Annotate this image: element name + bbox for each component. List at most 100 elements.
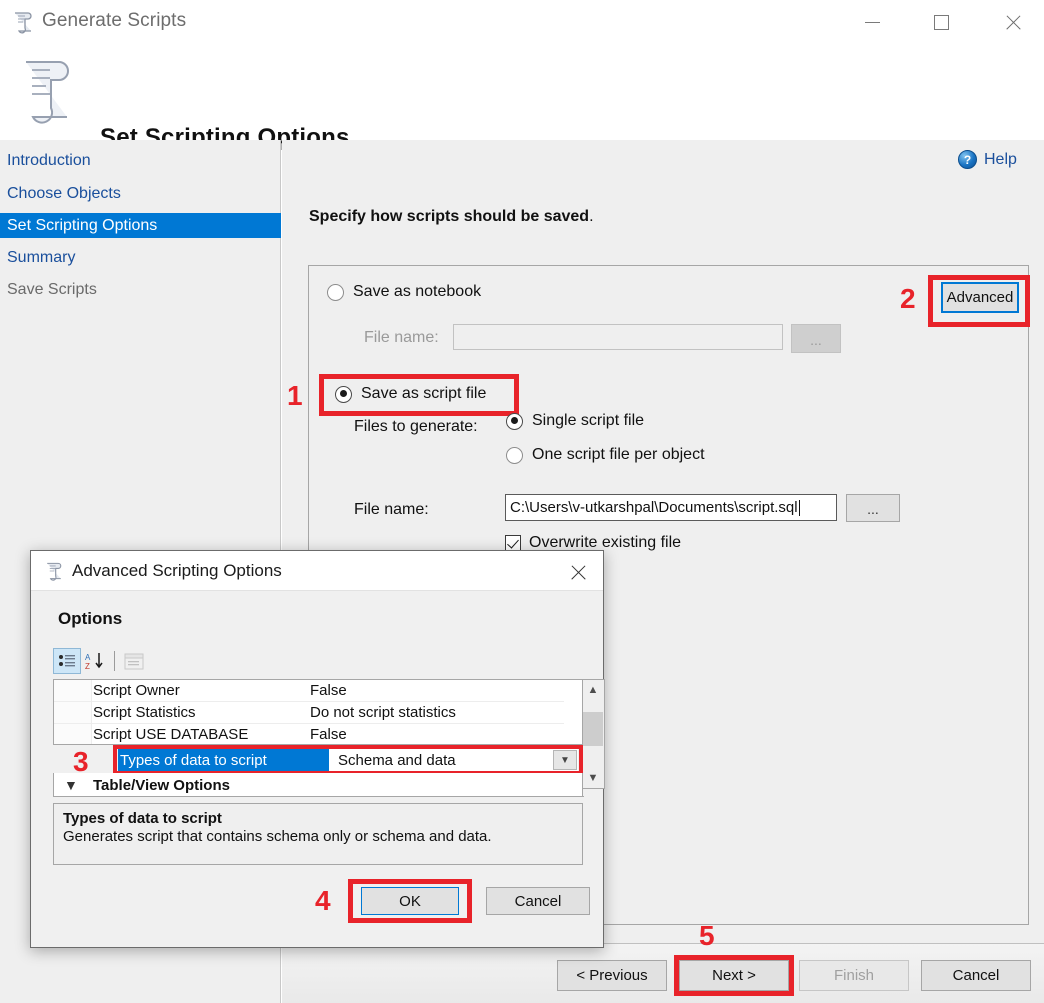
property-value: False xyxy=(310,726,347,743)
property-value-selected[interactable]: Schema and data xyxy=(333,749,555,771)
dialog-title: Advanced Scripting Options xyxy=(72,561,282,580)
close-button[interactable] xyxy=(990,0,1036,44)
radio-indicator xyxy=(335,385,352,403)
ok-button[interactable]: OK xyxy=(361,887,459,915)
help-label: Help xyxy=(984,150,1017,168)
sidebar-item-introduction[interactable]: Introduction xyxy=(0,148,281,173)
property-value: False xyxy=(310,682,347,699)
script-scroll-icon xyxy=(16,54,76,128)
notebook-browse-button[interactable]: ... xyxy=(791,324,841,353)
script-browse-button[interactable]: ... xyxy=(846,494,900,522)
radio-one-script-file-per-object[interactable]: One script file per object xyxy=(506,446,705,464)
options-heading: Options xyxy=(58,609,123,628)
window-title: Generate Scripts xyxy=(42,10,187,31)
table-row[interactable]: Script Statistics Do not script statisti… xyxy=(54,702,564,724)
previous-button[interactable]: < Previous xyxy=(557,960,667,991)
sidebar-item-summary[interactable]: Summary xyxy=(0,245,281,270)
advanced-button[interactable]: Advanced xyxy=(941,282,1019,313)
files-to-generate-label: Files to generate: xyxy=(354,418,478,435)
property-category-row[interactable]: ▼ Table/View Options xyxy=(53,773,584,797)
finish-button: Finish xyxy=(799,960,909,991)
sidebar-item-choose-objects[interactable]: Choose Objects xyxy=(0,181,281,206)
toolbar-separator xyxy=(114,651,115,671)
dialog-close-button[interactable] xyxy=(566,560,590,584)
maximize-button[interactable] xyxy=(918,0,964,44)
script-scroll-icon xyxy=(10,9,36,35)
radio-save-as-script-file[interactable]: Save as script file xyxy=(335,385,486,403)
radio-indicator xyxy=(327,283,344,301)
radio-save-as-notebook[interactable]: Save as notebook xyxy=(327,283,481,301)
property-pages-icon xyxy=(120,648,148,674)
dialog-cancel-button[interactable]: Cancel xyxy=(486,887,590,915)
text-caret xyxy=(798,499,800,516)
scroll-up-icon[interactable]: ▲ xyxy=(583,680,603,700)
sidebar-item-save-scripts[interactable]: Save Scripts xyxy=(0,277,281,302)
property-name: Script Owner xyxy=(93,682,180,699)
chevron-down-icon[interactable]: ▼ xyxy=(553,750,577,770)
script-file-annotation-group: 1 Save as script file xyxy=(287,374,519,416)
annotation-number-4: 4 xyxy=(315,885,331,916)
radio-indicator xyxy=(506,412,523,430)
grid-bottom-border xyxy=(54,796,584,797)
row-gutter xyxy=(54,680,92,701)
cancel-button[interactable]: Cancel xyxy=(921,960,1031,991)
sidebar-item-label: Summary xyxy=(7,248,76,266)
radio-single-script-file[interactable]: Single script file xyxy=(506,412,644,430)
categorized-view-icon[interactable] xyxy=(53,648,81,674)
radio-indicator xyxy=(506,446,523,464)
close-icon xyxy=(569,563,588,582)
minimize-icon xyxy=(864,21,880,23)
minimize-button[interactable] xyxy=(849,0,895,44)
svg-text:A: A xyxy=(85,653,91,662)
sidebar-item-label: Introduction xyxy=(7,151,91,169)
selected-property-row[interactable]: Types of data to script Schema and data … xyxy=(118,749,578,771)
close-icon xyxy=(1004,13,1023,32)
property-name: Script USE DATABASE xyxy=(93,726,249,743)
help-icon: ? xyxy=(958,150,977,169)
notebook-filename-input[interactable] xyxy=(453,324,783,350)
alphabetical-sort-icon[interactable]: A Z xyxy=(81,648,109,674)
selected-property-annotation-group: 3 Types of data to script Schema and dat… xyxy=(53,745,583,777)
property-grid[interactable]: Script Owner False Script Statistics Do … xyxy=(53,679,583,745)
property-value: Do not script statistics xyxy=(310,704,456,721)
svg-text:Z: Z xyxy=(85,662,90,670)
row-gutter xyxy=(54,724,92,744)
instruction-bold: Specify how scripts should be saved xyxy=(309,208,590,225)
radio-label: Single script file xyxy=(532,412,645,429)
dialog-titlebar: Advanced Scripting Options xyxy=(31,551,603,591)
row-gutter xyxy=(54,702,92,723)
property-description-panel: Types of data to script Generates script… xyxy=(53,803,583,865)
table-row[interactable]: Script USE DATABASE False xyxy=(54,724,564,744)
maximize-icon xyxy=(933,14,949,30)
checkbox-indicator xyxy=(505,535,521,551)
next-button[interactable]: Next > xyxy=(679,960,789,991)
radio-label: Save as script file xyxy=(361,385,487,402)
script-filename-value: C:\Users\v-utkarshpal\Documents\script.s… xyxy=(510,499,798,516)
property-name-selected: Types of data to script xyxy=(118,749,329,771)
script-filename-input[interactable]: C:\Users\v-utkarshpal\Documents\script.s… xyxy=(505,494,837,521)
table-row[interactable]: Script Owner False xyxy=(54,680,564,702)
scrollbar-thumb[interactable] xyxy=(583,712,603,746)
scroll-down-icon[interactable]: ▼ xyxy=(583,768,603,788)
window-titlebar: Generate Scripts xyxy=(0,0,1044,44)
instruction-text: Specify how scripts should be saved. xyxy=(309,208,594,226)
page-header: Set Scripting Options xyxy=(0,44,1044,151)
property-name: Script Statistics xyxy=(93,704,196,721)
script-scroll-icon xyxy=(43,560,65,582)
notebook-filename-label: File name: xyxy=(364,329,439,346)
advanced-button-annotation-group: 2 Advanced xyxy=(900,275,1030,327)
property-grid-scrollbar[interactable]: ▲ ▼ xyxy=(583,679,605,789)
category-label: Table/View Options xyxy=(93,776,230,794)
annotation-number-1: 1 xyxy=(287,380,303,411)
description-title: Types of data to script xyxy=(63,810,222,827)
help-link[interactable]: ? Help xyxy=(958,150,1017,169)
annotation-number-2: 2 xyxy=(900,283,916,314)
radio-label: Save as notebook xyxy=(353,283,482,300)
annotation-number-5: 5 xyxy=(699,920,715,951)
chevron-down-icon[interactable]: ▼ xyxy=(64,777,78,793)
sidebar-item-label: Choose Objects xyxy=(7,184,121,202)
description-body: Generates script that contains schema on… xyxy=(63,828,492,845)
sidebar-item-set-scripting-options[interactable]: Set Scripting Options xyxy=(0,213,281,238)
property-grid-toolbar: A Z xyxy=(53,646,163,676)
script-filename-label: File name: xyxy=(354,501,429,518)
